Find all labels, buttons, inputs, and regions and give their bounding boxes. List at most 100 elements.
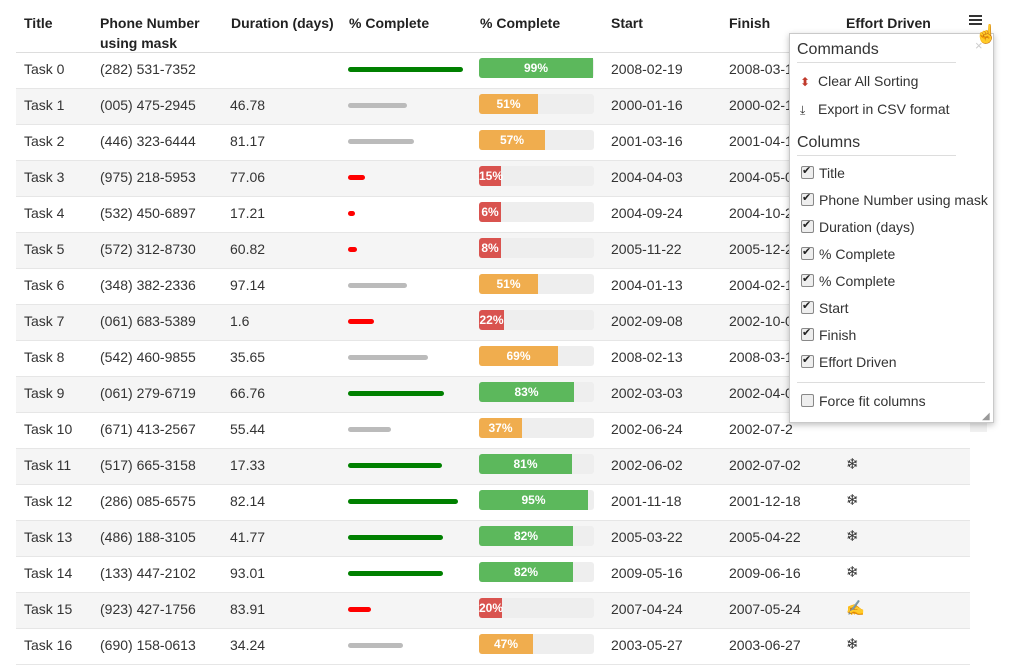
column-checkbox[interactable] xyxy=(801,164,814,179)
cell-title[interactable]: Task 10 xyxy=(24,413,72,448)
header-finish[interactable]: Finish xyxy=(729,13,770,33)
cell-phone[interactable]: (532) 450-6897 xyxy=(100,197,196,232)
cell-phone[interactable]: (282) 531-7352 xyxy=(100,53,196,88)
cell-start[interactable]: 2003-05-27 xyxy=(611,629,683,664)
cell-title[interactable]: Task 5 xyxy=(24,233,64,268)
header-phone[interactable]: Phone Number using mask xyxy=(100,13,200,53)
cell-finish[interactable]: 2008-03-1 xyxy=(729,53,793,88)
cell-finish[interactable]: 2002-10-0 xyxy=(729,305,793,340)
cell-title[interactable]: Task 4 xyxy=(24,197,64,232)
column-toggle-option[interactable]: Finish xyxy=(801,326,856,343)
cell-phone[interactable]: (446) 323-6444 xyxy=(100,125,196,160)
cell-phone[interactable]: (061) 683-5389 xyxy=(100,305,196,340)
cell-title[interactable]: Task 6 xyxy=(24,269,64,304)
table-row[interactable]: Task 11 (517) 665-3158 17.33 2002-06-02 2002… xyxy=(16,449,970,485)
cell-start[interactable]: 2004-09-24 xyxy=(611,197,683,232)
cell-duration[interactable]: 17.33 xyxy=(230,449,265,484)
table-row[interactable]: Task 16 (690) 158-0613 34.24 2003-05-27 2003… xyxy=(16,629,970,665)
cell-title[interactable]: Task 7 xyxy=(24,305,64,340)
cell-duration[interactable]: 82.14 xyxy=(230,485,265,520)
column-checkbox[interactable] xyxy=(801,326,814,341)
column-toggle-option[interactable]: Duration (days) xyxy=(801,218,915,235)
cell-duration[interactable]: 41.77 xyxy=(230,521,265,556)
cell-duration[interactable]: 46.78 xyxy=(230,89,265,124)
cell-phone[interactable]: (542) 460-9855 xyxy=(100,341,196,376)
column-toggle-option[interactable]: % Complete xyxy=(801,272,895,289)
column-toggle-option[interactable]: Phone Number using mask xyxy=(801,191,988,208)
cell-finish[interactable]: 2005-04-22 xyxy=(729,521,801,556)
cell-finish[interactable]: 2004-05-0 xyxy=(729,161,793,196)
header-start[interactable]: Start xyxy=(611,13,643,33)
cell-duration[interactable]: 81.17 xyxy=(230,125,265,160)
cell-finish[interactable]: 2003-06-27 xyxy=(729,629,801,664)
table-row[interactable]: Task 15 (923) 427-1756 83.91 2007-04-24 2007… xyxy=(16,593,970,629)
column-checkbox[interactable] xyxy=(801,272,814,287)
cell-duration[interactable]: 60.82 xyxy=(230,233,265,268)
cell-start[interactable]: 2001-11-18 xyxy=(611,485,682,520)
cell-phone[interactable]: (572) 312-8730 xyxy=(100,233,196,268)
cell-phone[interactable]: (690) 158-0613 xyxy=(100,629,196,664)
cell-phone[interactable]: (005) 475-2945 xyxy=(100,89,196,124)
cell-duration[interactable]: 97.14 xyxy=(230,269,265,304)
cell-phone[interactable]: (923) 427-1756 xyxy=(100,593,196,628)
column-toggle-option[interactable]: Start xyxy=(801,299,849,316)
column-checkbox[interactable] xyxy=(801,299,814,314)
cell-title[interactable]: Task 14 xyxy=(24,557,72,592)
table-row[interactable]: Task 12 (286) 085-6575 82.14 2001-11-18 2001… xyxy=(16,485,970,521)
cell-title[interactable]: Task 11 xyxy=(24,449,71,484)
cell-title[interactable]: Task 3 xyxy=(24,161,64,196)
cell-finish[interactable]: 2009-06-16 xyxy=(729,557,801,592)
cell-phone[interactable]: (975) 218-5953 xyxy=(100,161,196,196)
header-title[interactable]: Title xyxy=(24,13,53,33)
cell-duration[interactable]: 34.24 xyxy=(230,629,265,664)
cell-duration[interactable]: 35.65 xyxy=(230,341,265,376)
cell-start[interactable]: 2008-02-19 xyxy=(611,53,683,88)
cell-phone[interactable]: (133) 447-2102 xyxy=(100,557,196,592)
cell-title[interactable]: Task 16 xyxy=(24,629,72,664)
cell-title[interactable]: Task 13 xyxy=(24,521,72,556)
export-csv-command[interactable]: ⤓ Export in CSV format xyxy=(800,101,950,118)
cell-title[interactable]: Task 15 xyxy=(24,593,72,628)
cell-start[interactable]: 2007-04-24 xyxy=(611,593,683,628)
resize-handle-icon[interactable]: ◢ xyxy=(982,411,990,422)
cell-duration[interactable]: 55.44 xyxy=(230,413,265,448)
column-checkbox[interactable] xyxy=(801,218,814,233)
cell-phone[interactable]: (671) 413-2567 xyxy=(100,413,196,448)
cell-finish[interactable]: 2002-04-0 xyxy=(729,377,793,412)
cell-start[interactable]: 2002-06-24 xyxy=(611,413,683,448)
column-toggle-option[interactable]: % Complete xyxy=(801,245,895,262)
cell-title[interactable]: Task 8 xyxy=(24,341,64,376)
cell-title[interactable]: Task 2 xyxy=(24,125,64,160)
cell-title[interactable]: Task 12 xyxy=(24,485,72,520)
cell-finish[interactable]: 2000-02-1 xyxy=(729,89,793,124)
cell-finish[interactable]: 2002-07-02 xyxy=(729,449,801,484)
header-percent-complete-1[interactable]: % Complete xyxy=(349,13,429,33)
cell-finish[interactable]: 2005-12-2 xyxy=(729,233,793,268)
column-checkbox[interactable] xyxy=(801,353,814,368)
cell-start[interactable]: 2002-03-03 xyxy=(611,377,683,412)
force-fit-checkbox[interactable] xyxy=(801,394,814,407)
cell-title[interactable]: Task 1 xyxy=(24,89,64,124)
cell-duration[interactable]: 83.91 xyxy=(230,593,265,628)
cell-duration[interactable]: 1.6 xyxy=(230,305,249,340)
cell-phone[interactable]: (061) 279-6719 xyxy=(100,377,196,412)
cell-duration[interactable]: 17.21 xyxy=(230,197,265,232)
cell-finish[interactable]: 2001-04-1 xyxy=(729,125,793,160)
column-checkbox[interactable] xyxy=(801,191,814,206)
cell-start[interactable]: 2008-02-13 xyxy=(611,341,683,376)
cell-title[interactable]: Task 0 xyxy=(24,53,64,88)
cell-start[interactable]: 2002-09-08 xyxy=(611,305,683,340)
cell-start[interactable]: 2005-03-22 xyxy=(611,521,683,556)
cell-start[interactable]: 2001-03-16 xyxy=(611,125,683,160)
cell-finish[interactable]: 2001-12-18 xyxy=(729,485,801,520)
cell-finish[interactable]: 2008-03-1 xyxy=(729,341,793,376)
header-percent-complete-2[interactable]: % Complete xyxy=(480,13,560,33)
cell-start[interactable]: 2005-11-22 xyxy=(611,233,682,268)
cell-start[interactable]: 2004-04-03 xyxy=(611,161,683,196)
cell-finish[interactable]: 2004-10-2 xyxy=(729,197,793,232)
cell-phone[interactable]: (486) 188-3105 xyxy=(100,521,196,556)
column-toggle-option[interactable]: Title xyxy=(801,164,845,181)
cell-finish[interactable]: 2002-07-2 xyxy=(729,413,793,448)
cell-duration[interactable]: 93.01 xyxy=(230,557,265,592)
cell-phone[interactable]: (517) 665-3158 xyxy=(100,449,196,484)
